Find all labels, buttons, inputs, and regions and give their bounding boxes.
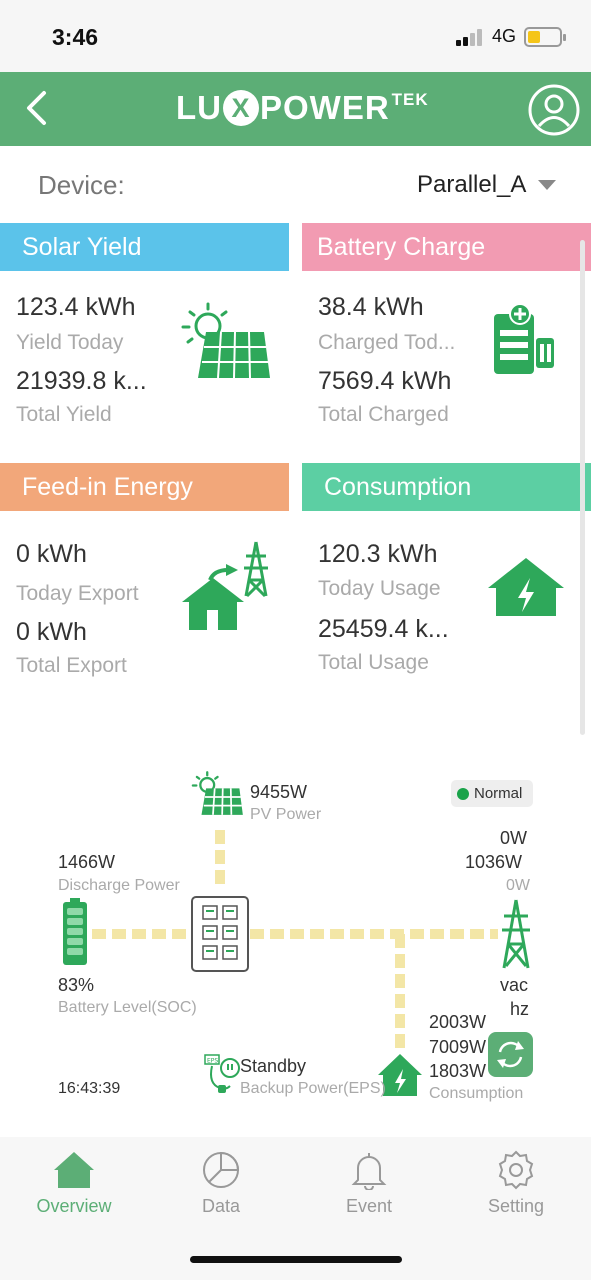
nav-setting[interactable]: Setting	[456, 1150, 576, 1230]
grid-power-value-2: 1036W	[465, 852, 523, 872]
nav-setting-label: Setting	[487, 1196, 545, 1216]
nav-overview[interactable]: Overview	[14, 1150, 134, 1230]
home-icon	[54, 1152, 94, 1188]
nav-event[interactable]: Event	[309, 1150, 429, 1230]
bell-icon	[351, 1153, 387, 1190]
eps-label: Backup Power(EPS)	[240, 1080, 386, 1097]
pv-solar-panel-icon	[191, 771, 243, 815]
battery-soc-label: Battery Level(SOC)	[58, 999, 197, 1016]
refresh-icon	[497, 1041, 524, 1068]
nav-overview-label: Overview	[36, 1196, 112, 1216]
eps-plug-icon: EPS	[204, 1054, 240, 1093]
battery-soc-value: 83%	[58, 975, 95, 995]
nav-event-label: Event	[345, 1196, 393, 1216]
grid-power-value-1: 0W	[500, 828, 527, 848]
grid-power-sub: 0W	[506, 877, 530, 894]
consumption-label: Consumption	[429, 1085, 524, 1102]
status-text: Normal	[474, 785, 523, 802]
system-status-badge: Normal	[451, 780, 533, 807]
grid-tower-icon	[502, 899, 530, 969]
pv-power-label: PV Power	[250, 806, 322, 823]
consumption-power-2: 7009W	[429, 1037, 487, 1057]
grid-hz-value: hz	[510, 999, 530, 1019]
pv-power-value: 9455W	[250, 782, 308, 802]
app-screen: 3:46 4G LU X POWER TEK Device: Parallel_A S…	[0, 0, 591, 1280]
consumption-power-1: 2003W	[429, 1012, 487, 1032]
eps-status-value: Standby	[240, 1056, 307, 1076]
pie-chart-icon	[203, 1151, 240, 1188]
status-dot	[457, 787, 469, 800]
refresh-button[interactable]	[488, 1032, 533, 1077]
svg-text:EPS: EPS	[207, 1058, 218, 1065]
discharge-power-label: Discharge Power	[58, 877, 180, 894]
home-indicator[interactable]	[190, 1256, 402, 1263]
nav-data[interactable]: Data	[161, 1150, 281, 1230]
nav-data-label: Data	[201, 1196, 241, 1216]
grid-vac-value: vac	[500, 975, 529, 995]
gear-icon	[498, 1150, 534, 1190]
update-timestamp: 16:43:39	[58, 1080, 121, 1097]
battery-icon	[63, 898, 87, 965]
discharge-power-value: 1466W	[58, 852, 116, 872]
consumption-power-3: 1803W	[429, 1061, 487, 1081]
inverter-icon[interactable]	[191, 896, 249, 972]
